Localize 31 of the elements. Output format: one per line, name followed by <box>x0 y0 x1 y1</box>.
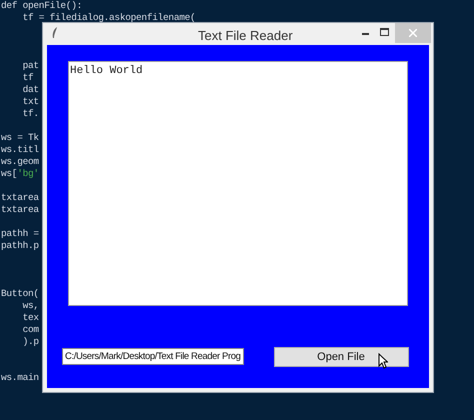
text-area[interactable]: Hello World <box>68 61 408 306</box>
close-icon <box>409 29 417 37</box>
maximize-icon[interactable] <box>380 28 389 36</box>
code-line: tf <box>22 72 34 84</box>
code-line: txt <box>22 96 39 108</box>
code-line: tf. <box>22 108 39 120</box>
code-line: ws['bg' <box>1 168 39 180</box>
code-line: pathh.p <box>1 240 39 252</box>
code-line: com <box>22 324 39 336</box>
code-line: tex <box>22 312 39 324</box>
code-line: def openFile(): <box>1 0 82 12</box>
code-line: tf = filedialog.askopenfilename( <box>22 12 196 24</box>
path-field[interactable]: C:/Users/Mark/Desktop/Text File Reader Prog <box>62 348 244 364</box>
code-line: dat <box>22 84 39 96</box>
code-line: txtarea <box>1 204 39 216</box>
code-line: pathh = <box>1 228 39 240</box>
code-line: Button( <box>1 288 39 300</box>
open-file-button[interactable]: Open File <box>274 347 408 368</box>
cursor-icon <box>378 353 388 369</box>
feather-icon <box>52 27 58 39</box>
code-line: ).p <box>22 336 39 348</box>
code-line: ws.geom <box>1 156 39 168</box>
close-button[interactable] <box>395 23 431 43</box>
code-line: txtarea <box>1 192 39 204</box>
code-line: ws.titl <box>1 144 39 156</box>
window-title: Text File Reader <box>198 27 293 45</box>
code-line: ws = Tk <box>1 132 39 144</box>
minimize-icon[interactable] <box>362 33 369 35</box>
code-line: ws, <box>22 300 39 312</box>
code-line: pat <box>22 60 39 72</box>
code-line: ws.main <box>1 372 39 384</box>
